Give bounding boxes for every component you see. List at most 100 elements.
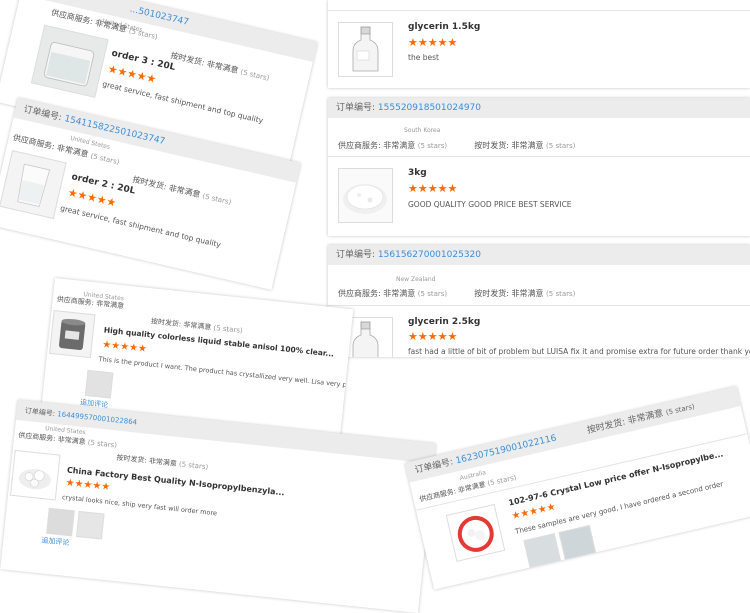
review-card-glycerin-2-5kg: 订单编号: 156156270001025320 New Zealand 供应商… xyxy=(328,245,750,357)
supplier-service-stars: (5 stars) xyxy=(89,151,121,167)
supplier-service-label: 供应商服务: xyxy=(50,7,94,27)
ship-on-time-label: 按时发货: xyxy=(586,417,627,437)
star-rating: ★★★★★ xyxy=(101,339,148,355)
supplier-service-value: 非常满意 xyxy=(57,435,86,447)
review-card-102-97-6: 订单编号: 162307519001022116 按时发货: 非常满意 (5 s… xyxy=(405,386,750,590)
service-ratings: 供应商服务: 非常满意 (5 stars) 按时发货: 非常满意 (5 star… xyxy=(338,140,575,151)
order-number-label: 订单编号: xyxy=(336,103,376,113)
review-photo[interactable] xyxy=(46,507,75,537)
order-number-label: 订单编号: xyxy=(22,104,63,124)
star-rating: ★★★★★ xyxy=(408,330,458,343)
review-card-glycerin-1-5kg: glycerin 1.5kg ★★★★★ the best xyxy=(328,0,750,88)
additional-review-link[interactable]: 追加评论 xyxy=(41,535,70,548)
product-thumbnail[interactable] xyxy=(445,503,506,562)
star-rating: ★★★★★ xyxy=(408,182,458,195)
ship-on-time-value: 非常满意 xyxy=(205,59,240,76)
product-title[interactable]: 102-97-6 Crystal Low price offer N-Isopr… xyxy=(508,449,724,507)
ship-on-time-label: 按时发货: xyxy=(131,174,168,192)
drum-icon xyxy=(59,318,86,350)
beaker-icon xyxy=(17,163,51,208)
supplier-service-stars: (5 stars) xyxy=(417,142,448,150)
review-text: great service, fast shipment and top qua… xyxy=(101,79,264,126)
ship-on-time-value: 非常满意 xyxy=(626,408,665,427)
product-thumbnail[interactable] xyxy=(338,22,393,77)
supplier-service-stars: (5 stars) xyxy=(486,473,518,488)
order-number-link[interactable]: 162307519001022116 xyxy=(455,433,558,466)
supplier-service-stars: (5 stars) xyxy=(417,290,448,298)
order-number-label: 订单编号: xyxy=(413,457,455,476)
review-text: great service, fast shipment and top qua… xyxy=(59,203,222,250)
order-number-link[interactable]: 164499570001022864 xyxy=(57,410,138,426)
ship-on-time-label: 按时发货: xyxy=(474,289,509,298)
order-number-label: 订单编号: xyxy=(24,406,56,418)
supplier-service-value: 非常满意 xyxy=(383,289,416,298)
product-thumbnail[interactable] xyxy=(49,310,96,359)
ship-on-time-value: 非常满意 xyxy=(182,320,212,332)
review-photo[interactable] xyxy=(76,510,105,540)
order-number-link[interactable]: 156156270001025320 xyxy=(378,250,481,260)
supplier-service-label: 供应商服务: xyxy=(338,141,381,150)
supplier-service-value: 非常满意 xyxy=(95,299,125,311)
ship-on-time: 按时发货: 非常满意 (5 stars) xyxy=(169,50,270,83)
buyer-country: New Zealand xyxy=(396,276,436,283)
supplier-service-value: 非常满意 xyxy=(457,480,487,495)
supplier-service-label: 供应商服务: xyxy=(17,431,56,444)
ship-on-time-label: 按时发货: xyxy=(150,317,182,329)
order-number-bar: 订单编号: 155520918501024970 xyxy=(328,98,750,118)
powder-icon xyxy=(343,184,387,214)
ship-on-time-label: 按时发货: xyxy=(474,141,509,150)
bottle-icon xyxy=(352,26,379,72)
ship-on-time-stars: (5 stars) xyxy=(239,68,271,83)
ship-on-time: 按时发货: 非常满意 (5 stars) xyxy=(131,174,232,207)
review-photo[interactable] xyxy=(84,369,114,399)
order-number-label: 订单编号: xyxy=(336,250,376,260)
divider xyxy=(328,305,750,306)
supplier-service-value: 非常满意 xyxy=(383,141,416,150)
supplier-service-stars: (5 stars) xyxy=(128,26,159,42)
product-title[interactable]: glycerin 2.5kg xyxy=(408,317,480,327)
supplier-service-label: 供应商服务: xyxy=(338,289,381,298)
ship-on-time-value: 非常满意 xyxy=(511,289,544,298)
product-thumbnail[interactable] xyxy=(0,150,67,220)
divider xyxy=(328,10,750,11)
buyer-country: South Korea xyxy=(404,127,441,134)
product-thumbnail[interactable] xyxy=(9,449,61,501)
order-number-bar: 订单编号: 162307519001022116 按时发货: 非常满意 (5 s… xyxy=(405,386,741,483)
ship-on-time-value: 非常满意 xyxy=(511,141,544,150)
star-rating: ★★★★★ xyxy=(65,477,111,494)
ship-on-time-stars: (5 stars) xyxy=(546,290,576,298)
ship-on-time-stars: (5 stars) xyxy=(213,323,244,335)
ship-on-time-value: 非常满意 xyxy=(167,183,202,200)
ship-on-time-stars: (5 stars) xyxy=(201,192,232,207)
ship-on-time-label: 按时发货: xyxy=(116,453,148,465)
product-thumbnail[interactable] xyxy=(338,168,393,223)
supplier-service-label: 供应商服务: xyxy=(11,133,56,152)
review-card-3kg: 订单编号: 155520918501024970 South Korea 供应商… xyxy=(328,98,750,236)
review-card-n-isopropylbenzylamine: 订单编号: 164499570001022864 United States 供… xyxy=(0,400,436,613)
review-text: fast had a little of bit of problem but … xyxy=(408,347,750,356)
star-rating: ★★★★★ xyxy=(408,36,458,49)
order-number-bar: 订单编号: 156156270001025320 xyxy=(328,245,750,265)
ship-on-time-stars: (5 stars) xyxy=(665,402,696,417)
product-thumbnail[interactable] xyxy=(30,24,109,98)
review-text: the best xyxy=(408,53,439,62)
review-text: GOOD QUALITY GOOD PRICE BEST SERVICE xyxy=(408,200,572,209)
supplier-service-value: 非常满意 xyxy=(56,143,90,160)
review-text: This is the product I want. The product … xyxy=(98,355,354,392)
crystal-dish-icon xyxy=(457,515,494,552)
service-ratings: 供应商服务: 非常满意 (5 stars) 按时发货: 非常满意 (5 star… xyxy=(338,288,575,299)
divider xyxy=(328,156,750,157)
ship-on-time-stars: (5 stars) xyxy=(546,142,576,150)
order-number-link[interactable]: 155520918501024970 xyxy=(378,103,481,113)
product-title[interactable]: glycerin 1.5kg xyxy=(408,22,480,32)
ship-on-time: 按时发货: 非常满意 (5 stars) xyxy=(116,453,209,473)
product-title[interactable]: 3kg xyxy=(408,168,427,178)
order-number-link[interactable]: ...501023747 xyxy=(129,5,190,28)
ship-on-time-stars: (5 stars) xyxy=(178,460,209,472)
review-photo[interactable] xyxy=(523,533,562,570)
ship-on-time-value: 非常满意 xyxy=(148,457,178,468)
supplier-service-label: 供应商服务: xyxy=(56,295,95,308)
divider xyxy=(415,433,748,511)
supplier-service-stars: (5 stars) xyxy=(87,438,118,450)
review-photo[interactable] xyxy=(558,525,597,562)
